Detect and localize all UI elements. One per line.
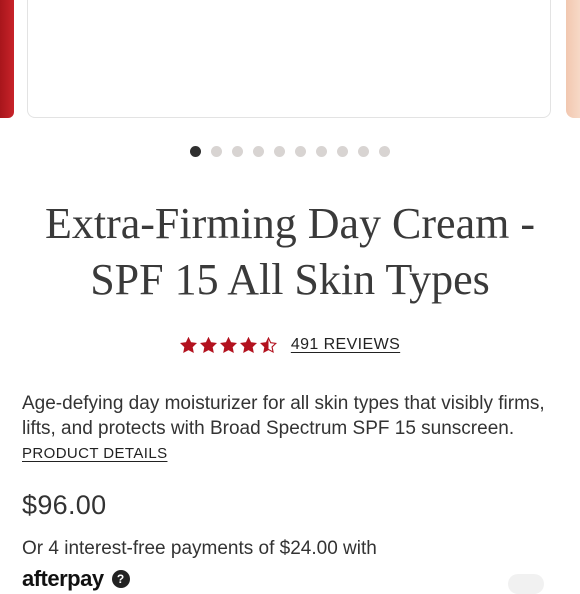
star-rating bbox=[179, 336, 277, 354]
description-text: Age-defying day moisturizer for all skin… bbox=[22, 393, 545, 439]
afterpay-row: afterpay ? bbox=[22, 566, 130, 592]
product-image-carousel[interactable] bbox=[0, 0, 580, 122]
carousel-dot[interactable] bbox=[253, 146, 264, 157]
afterpay-logo: afterpay bbox=[22, 566, 104, 591]
carousel-pagination bbox=[0, 146, 580, 157]
current-product-image[interactable] bbox=[27, 0, 551, 118]
reviews-link[interactable]: 491 REVIEWS bbox=[291, 336, 400, 354]
previous-slide-peek[interactable] bbox=[0, 0, 14, 118]
carousel-dot[interactable] bbox=[358, 146, 369, 157]
star-icon bbox=[259, 336, 277, 353]
carousel-dot[interactable] bbox=[211, 146, 222, 157]
product-description: Age-defying day moisturizer for all skin… bbox=[22, 392, 562, 467]
product-details-link[interactable]: PRODUCT DETAILS bbox=[22, 445, 167, 462]
star-icon bbox=[239, 336, 257, 353]
carousel-dot[interactable] bbox=[295, 146, 306, 157]
carousel-dot[interactable] bbox=[232, 146, 243, 157]
carousel-dot[interactable] bbox=[274, 146, 285, 157]
star-icon bbox=[219, 336, 237, 353]
carousel-dot[interactable] bbox=[190, 146, 201, 157]
help-icon[interactable]: ? bbox=[111, 570, 130, 588]
rating-summary: 491 REVIEWS bbox=[0, 336, 580, 354]
star-icon bbox=[199, 336, 217, 353]
product-price: $96.00 bbox=[22, 490, 107, 520]
star-icon bbox=[179, 336, 197, 353]
carousel-dot[interactable] bbox=[379, 146, 390, 157]
next-slide-peek[interactable] bbox=[566, 0, 580, 118]
carousel-dot[interactable] bbox=[316, 146, 327, 157]
carousel-dot[interactable] bbox=[337, 146, 348, 157]
floating-button[interactable] bbox=[508, 574, 544, 594]
product-title: Extra-Firming Day Cream - SPF 15 All Ski… bbox=[45, 199, 535, 304]
installments-text: Or 4 interest-free payments of $24.00 wi… bbox=[22, 538, 377, 559]
